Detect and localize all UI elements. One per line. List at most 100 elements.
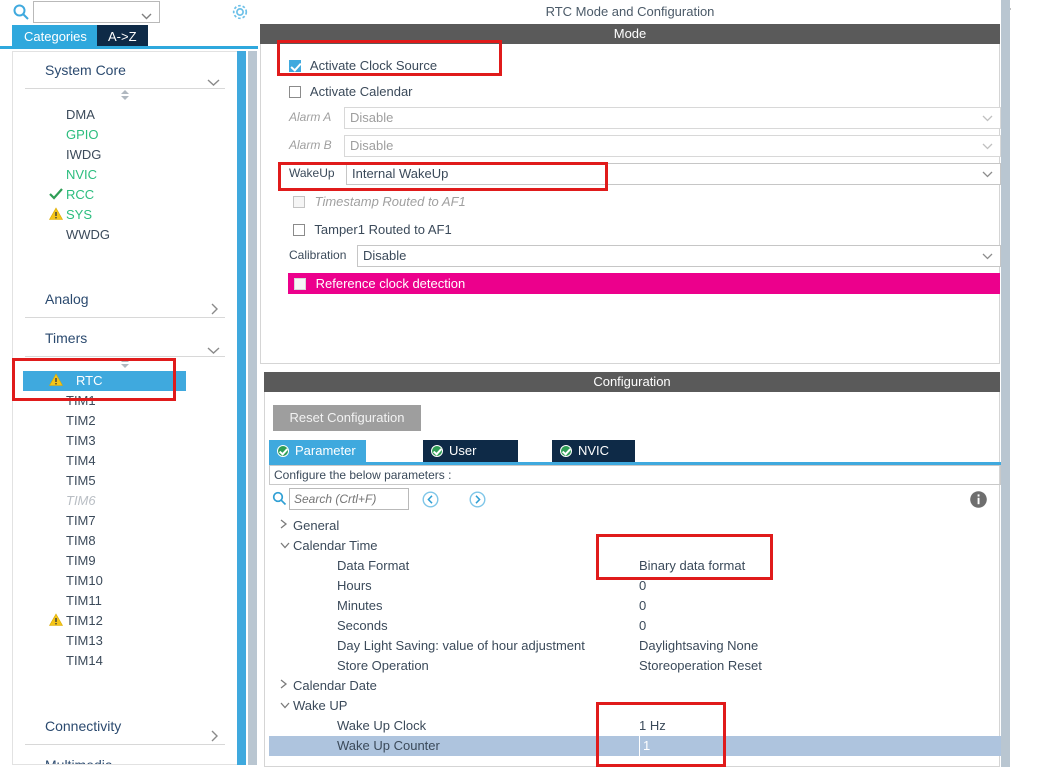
param-row-wake-up-clock[interactable]: Wake Up Clock 1 Hz (269, 716, 1001, 736)
alarm-b-row[interactable]: Alarm B Disable (289, 135, 1001, 157)
sidebar-search-row (0, 0, 258, 27)
group-header-connectivity[interactable]: Connectivity (25, 708, 225, 745)
tamper1-row[interactable]: Tamper1 Routed to AF1 (293, 222, 452, 237)
tree-scroll-handle-top[interactable] (13, 89, 237, 103)
chevron-right-circle-icon[interactable] (469, 491, 486, 508)
tree-item-rtc[interactable]: RTC (23, 371, 186, 391)
param-row-daylight-saving[interactable]: Day Light Saving: value of hour adjustme… (269, 636, 1001, 656)
tree-item[interactable]: GPIO (13, 125, 237, 145)
tree-item[interactable]: TIM11 (13, 591, 237, 611)
sidebar-search-input[interactable] (34, 2, 139, 22)
param-name: Hours (337, 578, 372, 593)
tree-item[interactable]: TIM5 (13, 471, 237, 491)
tab-parameter-settings[interactable]: Parameter Settings (269, 440, 366, 480)
reset-configuration-button[interactable]: Reset Configuration (273, 405, 421, 431)
tree-item[interactable]: TIM6 (13, 491, 237, 511)
checkbox-checked-icon[interactable] (289, 60, 301, 72)
chevron-left-circle-icon[interactable] (422, 491, 439, 508)
tree-item[interactable]: WWDG (13, 225, 237, 245)
tree-item[interactable]: TIM10 (13, 571, 237, 591)
reference-clock-detection-row[interactable]: Reference clock detection (288, 273, 1000, 294)
checkbox-icon[interactable] (294, 278, 306, 290)
tree-item-label: TIM11 (66, 593, 102, 608)
sidebar-scrollbar-thumb[interactable] (237, 51, 246, 765)
tree-item[interactable]: TIM1 (13, 391, 237, 411)
param-value: Binary data format (639, 558, 746, 573)
sidebar-search-combo[interactable] (33, 1, 160, 23)
tree-item[interactable]: TIM13 (13, 631, 237, 651)
param-row-wake-up-counter[interactable]: Wake Up Counter 1 (269, 736, 1001, 756)
tree-item[interactable]: TIM14 (13, 651, 237, 671)
check-circle-icon (431, 445, 443, 457)
tab-nvic-settings[interactable]: NVIC Settings (552, 440, 635, 480)
calibration-row[interactable]: Calibration Disable (289, 245, 1001, 267)
tree-item[interactable]: TIM7 (13, 511, 237, 531)
group-label-system-core: System Core (45, 62, 126, 78)
param-value: Daylightsaving None (639, 638, 759, 653)
wakeup-select[interactable]: Internal WakeUp (346, 163, 1001, 185)
tree-item[interactable]: NVIC (13, 165, 237, 185)
alarm-a-row[interactable]: Alarm A Disable (289, 107, 1001, 129)
activate-calendar-row[interactable]: Activate Calendar (289, 84, 413, 99)
param-row-seconds[interactable]: Seconds 0 (269, 616, 1001, 636)
wakeup-row[interactable]: WakeUp Internal WakeUp (289, 163, 1001, 185)
tree-item[interactable]: TIM8 (13, 531, 237, 551)
alarm-b-select[interactable]: Disable (344, 135, 1001, 157)
group-header-system-core[interactable]: System Core (25, 52, 225, 89)
param-name: Wake Up Clock (337, 718, 427, 733)
group-header-analog[interactable]: Analog (25, 281, 225, 318)
checkbox-icon[interactable] (293, 224, 305, 236)
tree-item-label: DMA (66, 107, 95, 122)
param-name: Minutes (337, 598, 383, 613)
param-row-minutes[interactable]: Minutes 0 (269, 596, 1001, 616)
page-title: RTC Mode and Configuration (260, 0, 1000, 24)
tree-item-label: TIM13 (66, 633, 103, 648)
tab-categories[interactable]: Categories (12, 25, 99, 48)
alarm-a-select[interactable]: Disable (344, 107, 1001, 129)
chevron-down-icon[interactable] (279, 696, 291, 716)
param-row-store-operation[interactable]: Store Operation Storeoperation Reset (269, 656, 1001, 676)
param-name: Calendar Time (293, 538, 378, 553)
tree-item[interactable]: TIM2 (13, 411, 237, 431)
tree-item[interactable]: TIM4 (13, 451, 237, 471)
tree-item[interactable]: TIM3 (13, 431, 237, 451)
checkbox-icon[interactable] (289, 86, 301, 98)
tree-scroll-handle-timers[interactable] (13, 357, 237, 371)
chevron-down-icon[interactable] (279, 536, 291, 556)
calibration-select[interactable]: Disable (357, 245, 1001, 267)
chevron-down-icon (141, 8, 152, 23)
param-row-hours[interactable]: Hours 0 (269, 576, 1001, 596)
tree-item[interactable]: TIM9 (13, 551, 237, 571)
group-header-timers[interactable]: Timers (25, 320, 225, 357)
tree-item-label: TIM8 (66, 533, 96, 548)
param-row-data-format[interactable]: Data Format Binary data format (269, 556, 1001, 576)
param-row-general[interactable]: General (269, 516, 1001, 536)
sidebar-scrollbar-secondary[interactable] (248, 51, 257, 765)
gear-icon[interactable] (230, 2, 250, 22)
panel-scrollbar[interactable] (1001, 0, 1010, 767)
tree-item[interactable]: TIM12 (13, 611, 237, 631)
tree-item[interactable]: DMA (13, 105, 237, 125)
chevron-right-icon[interactable] (279, 516, 289, 536)
group-header-multimedia[interactable]: Multimedia (25, 747, 225, 764)
chevron-right-icon[interactable] (279, 676, 289, 696)
param-row-calendar-time[interactable]: Calendar Time (269, 536, 1001, 556)
tab-user-constants[interactable]: User Constants (423, 440, 518, 480)
param-row-wake-up[interactable]: Wake UP (269, 696, 1001, 716)
param-value: 0 (639, 578, 647, 593)
param-name: Data Format (337, 558, 410, 573)
info-icon[interactable] (969, 490, 988, 509)
tree-item[interactable]: RCC (13, 185, 237, 205)
tree-item[interactable]: SYS (13, 205, 237, 225)
tamper1-label: Tamper1 Routed to AF1 (314, 222, 452, 237)
chevron-down-icon (982, 164, 993, 190)
tree-item-label: TIM7 (66, 513, 96, 528)
parameter-search-input[interactable] (289, 488, 409, 510)
param-value: 1 Hz (639, 718, 666, 733)
chevron-down-icon (982, 136, 993, 162)
param-row-calendar-date[interactable]: Calendar Date (269, 676, 1001, 696)
tab-a-to-z[interactable]: A->Z (97, 25, 148, 48)
check-circle-icon (277, 445, 289, 457)
tree-item[interactable]: IWDG (13, 145, 237, 165)
activate-clock-source-row[interactable]: Activate Clock Source (289, 58, 437, 73)
